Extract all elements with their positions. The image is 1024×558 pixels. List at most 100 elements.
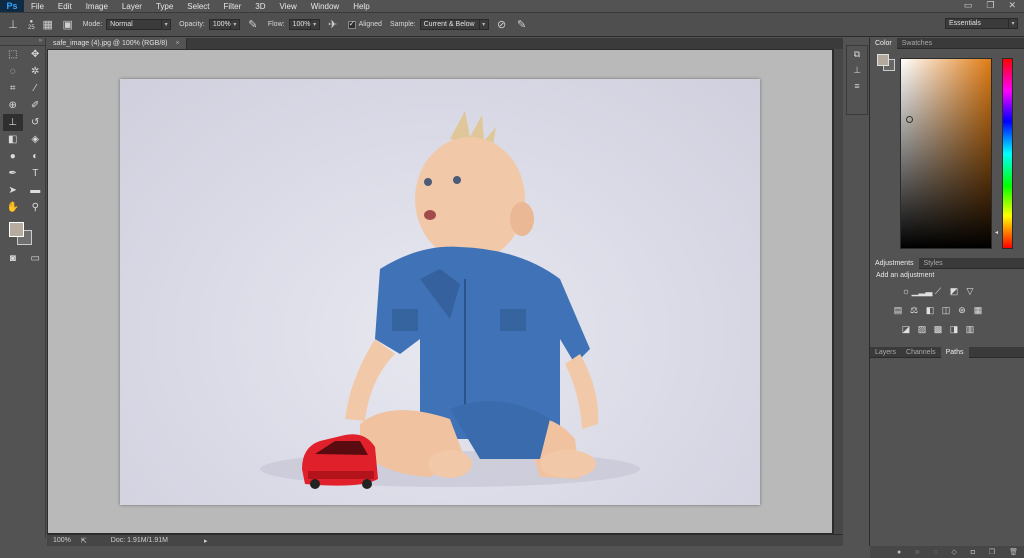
blur-tool-icon[interactable]: ●: [3, 148, 23, 165]
threshold-icon[interactable]: ▩: [932, 323, 944, 335]
pressure-size-icon[interactable]: ✎: [515, 18, 529, 32]
brush-tool-icon[interactable]: ✐: [26, 97, 46, 114]
shape-tool-icon[interactable]: ▬: [26, 182, 46, 199]
levels-icon[interactable]: ▁▂▃: [912, 285, 933, 297]
menu-view[interactable]: View: [273, 2, 304, 11]
vertical-scrollbar[interactable]: [833, 49, 843, 534]
clone-source-panel-icon[interactable]: ⊥: [847, 62, 867, 78]
menu-help[interactable]: Help: [346, 2, 376, 11]
menu-3d[interactable]: 3D: [248, 2, 272, 11]
menu-type[interactable]: Type: [149, 2, 180, 11]
status-menu-arrow-icon[interactable]: ▸: [204, 537, 208, 545]
menu-image[interactable]: Image: [79, 2, 115, 11]
chevron-down-icon[interactable]: ▾: [1009, 18, 1018, 29]
brush-panel-icon[interactable]: ≡: [847, 78, 867, 94]
move-tool-icon[interactable]: ✥: [26, 46, 46, 63]
export-icon[interactable]: ⇱: [81, 537, 87, 545]
trash-icon[interactable]: 🗑: [1009, 548, 1018, 556]
menu-window[interactable]: Window: [304, 2, 346, 11]
collapse-icon[interactable]: »: [0, 38, 45, 46]
workspace-select[interactable]: Essentials: [945, 18, 1009, 29]
dodge-tool-icon[interactable]: ◐: [26, 148, 46, 165]
pressure-opacity-icon[interactable]: ✎: [246, 18, 260, 32]
fill-path-icon[interactable]: ●: [897, 549, 901, 556]
minimize-icon[interactable]: ▭: [964, 0, 973, 11]
menu-layer[interactable]: Layer: [115, 2, 149, 11]
tab-layers[interactable]: Layers: [870, 347, 901, 358]
curves-icon[interactable]: ⟋: [932, 285, 944, 297]
magic-wand-tool-icon[interactable]: ✲: [26, 63, 46, 80]
vibrance-icon[interactable]: ▽: [964, 285, 976, 297]
foreground-color-swatch[interactable]: [877, 54, 889, 66]
exposure-icon[interactable]: ◩: [948, 285, 960, 297]
posterize-icon[interactable]: ▨: [916, 323, 928, 335]
color-picker-ring[interactable]: [906, 116, 913, 123]
path-selection-tool-icon[interactable]: ➤: [3, 182, 23, 199]
airbrush-icon[interactable]: ✈: [326, 18, 340, 32]
toggle-clone-source-icon[interactable]: ▣: [61, 18, 75, 32]
tab-styles[interactable]: Styles: [919, 258, 948, 269]
restore-icon[interactable]: ❐: [986, 0, 994, 11]
pen-tool-icon[interactable]: ✒: [3, 165, 23, 182]
photo-filter-icon[interactable]: ◫: [940, 304, 952, 316]
document-image[interactable]: [120, 79, 760, 505]
tab-swatches[interactable]: Swatches: [897, 38, 937, 49]
menu-edit[interactable]: Edit: [51, 2, 79, 11]
chevron-down-icon[interactable]: ▾: [162, 19, 172, 30]
menu-file[interactable]: File: [24, 2, 51, 11]
load-selection-icon[interactable]: ◌: [933, 549, 937, 556]
eraser-tool-icon[interactable]: ◧: [3, 131, 23, 148]
tab-channels[interactable]: Channels: [901, 347, 941, 358]
zoom-level[interactable]: 100%: [53, 537, 71, 544]
aligned-checkbox[interactable]: [347, 19, 356, 29]
sample-select[interactable]: Current & Below: [419, 19, 480, 30]
close-icon[interactable]: ✕: [1008, 0, 1016, 11]
clone-stamp-tool-icon[interactable]: ⊥: [3, 114, 23, 131]
tab-paths[interactable]: Paths: [940, 347, 969, 358]
quick-mask-icon[interactable]: ◙: [3, 250, 23, 267]
flow-input[interactable]: 100%: [288, 19, 311, 30]
close-icon[interactable]: ×: [176, 40, 180, 47]
hand-tool-icon[interactable]: ✋: [3, 199, 23, 216]
document-tab[interactable]: safe_image (4).jpg @ 100% (RGB/8) ×: [47, 38, 187, 49]
black-white-icon[interactable]: ◧: [924, 304, 936, 316]
history-brush-tool-icon[interactable]: ↺: [26, 114, 46, 131]
crop-tool-icon[interactable]: ⌗: [3, 80, 23, 97]
foreground-color-swatch[interactable]: [9, 222, 24, 237]
make-work-path-icon[interactable]: ◇: [951, 548, 956, 556]
history-panel-icon[interactable]: ⧉: [847, 46, 867, 62]
healing-brush-tool-icon[interactable]: ⊕: [3, 97, 23, 114]
menu-select[interactable]: Select: [180, 2, 216, 11]
marquee-tool-icon[interactable]: ⬚: [3, 46, 23, 63]
menu-filter[interactable]: Filter: [217, 2, 249, 11]
tab-adjustments[interactable]: Adjustments: [870, 258, 919, 269]
screen-mode-icon[interactable]: ▭: [26, 250, 46, 267]
color-field[interactable]: [900, 58, 992, 249]
hue-marker-icon[interactable]: ◂: [995, 229, 998, 236]
selective-color-icon[interactable]: ◨: [948, 323, 960, 335]
color-lookup-icon[interactable]: ▦: [972, 304, 984, 316]
paint-bucket-tool-icon[interactable]: ◈: [26, 131, 46, 148]
gradient-map-icon[interactable]: ▥: [964, 323, 976, 335]
hue-saturation-icon[interactable]: ▤: [892, 304, 904, 316]
type-tool-icon[interactable]: T: [26, 165, 46, 182]
tab-color[interactable]: Color: [870, 38, 897, 49]
clone-stamp-tool-icon[interactable]: ⊥: [6, 18, 20, 32]
eyedropper-tool-icon[interactable]: ⁄: [26, 80, 46, 97]
brightness-contrast-icon[interactable]: ☼: [900, 285, 912, 297]
chevron-down-icon[interactable]: ▾: [230, 19, 240, 30]
color-balance-icon[interactable]: ⚖: [908, 304, 920, 316]
lasso-tool-icon[interactable]: ◌: [3, 63, 23, 80]
opacity-input[interactable]: 100%: [208, 19, 231, 30]
brush-preset-picker[interactable]: ● 25: [28, 19, 35, 31]
zoom-tool-icon[interactable]: ⚲: [26, 199, 46, 216]
add-mask-icon[interactable]: ◘: [971, 549, 975, 556]
chevron-down-icon[interactable]: ▾: [479, 19, 489, 30]
ignore-adjustment-layers-icon[interactable]: ⊘: [495, 18, 509, 32]
mode-select[interactable]: Normal: [106, 19, 163, 30]
toggle-brush-panel-icon[interactable]: ▦: [41, 18, 55, 32]
hue-slider[interactable]: [1002, 58, 1013, 249]
new-path-icon[interactable]: ❐: [989, 548, 995, 556]
channel-mixer-icon[interactable]: ⊛: [956, 304, 968, 316]
invert-icon[interactable]: ◪: [900, 323, 912, 335]
